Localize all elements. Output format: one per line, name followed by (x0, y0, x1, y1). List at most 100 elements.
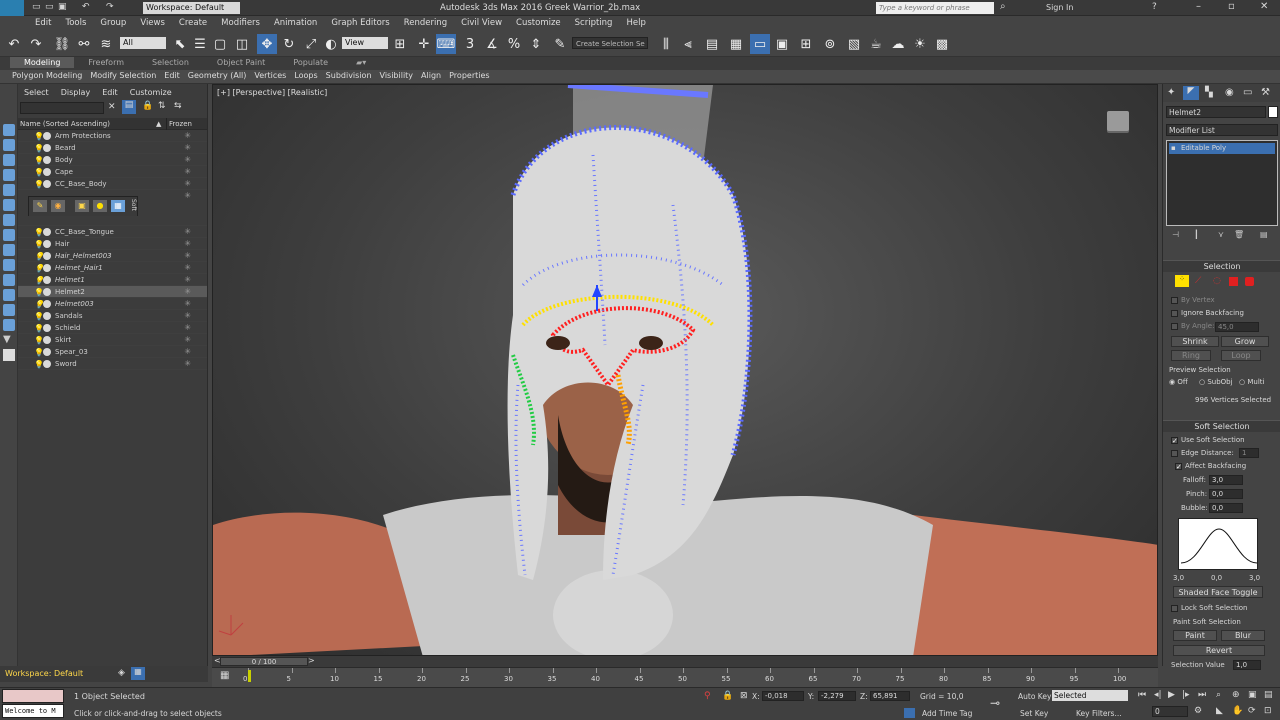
mirror-icon[interactable]: ⫼ (656, 34, 676, 54)
grow-button[interactable]: Grow (1221, 336, 1269, 347)
align-icon[interactable]: ⫷ (678, 34, 698, 54)
curve-editor-icon[interactable]: ▭ (750, 34, 770, 54)
curve-editor-mini-icon[interactable]: ▦ (220, 670, 229, 681)
auto-key-button[interactable]: Auto Key (1018, 692, 1051, 701)
zoom-extents-icon[interactable]: ▣ (1248, 690, 1257, 700)
visibility-icon[interactable] (43, 300, 51, 308)
utilities-tab-icon[interactable]: ⚒ (1261, 87, 1270, 98)
list-item[interactable]: 💡 Helmet1 ✳ (18, 274, 207, 286)
hierarchy-icon[interactable]: ⇆ (174, 101, 182, 111)
zoom-extents-all-icon[interactable]: ▤ (1264, 690, 1273, 700)
by-angle-checkbox[interactable]: By Angle: (1171, 322, 1214, 330)
angle-snap-icon[interactable]: ∡ (482, 34, 502, 54)
create-tab-icon[interactable]: ✦ (1167, 87, 1175, 98)
fov-icon[interactable]: ◣ (1216, 706, 1223, 716)
visibility-icon[interactable] (43, 288, 51, 296)
menu-animation[interactable]: Animation (267, 16, 324, 28)
prev-key-icon[interactable]: ◂| (1154, 690, 1162, 700)
edge-mode-icon[interactable]: ⟋ (1195, 276, 1201, 286)
explorer-sort-icon[interactable]: ▦ (131, 667, 145, 680)
affect-backfacing-checkbox[interactable]: ✓ Affect Backfacing (1175, 462, 1246, 470)
perspective-viewport[interactable]: [+] [Perspective] [Realistic] (212, 84, 1158, 656)
maxscript-listener[interactable] (2, 689, 64, 703)
display-helpers-icon[interactable] (3, 229, 15, 241)
search-icon[interactable]: ⌕ (1000, 1, 1006, 12)
frozen-icon[interactable]: ✳ (184, 178, 191, 190)
soft-settings-icon[interactable]: ▦ (111, 200, 125, 212)
column-name[interactable]: Name (Sorted Ascending) (20, 118, 110, 130)
render-in-cloud-icon[interactable]: ▩ (932, 34, 952, 54)
tab-selection[interactable]: Selection (138, 57, 203, 68)
display-geometry-icon[interactable] (3, 169, 15, 181)
redo-icon[interactable]: ↷ (106, 2, 114, 12)
help-icon[interactable]: ? (1152, 2, 1157, 12)
list-item[interactable]: 💡 Skirt ✳ (18, 334, 207, 346)
paint-button[interactable]: Paint (1173, 630, 1217, 641)
menu-edit[interactable]: Edit (28, 16, 58, 28)
list-item[interactable]: 💡 Hair_Helmet003 ✳ (18, 250, 207, 262)
revert-button[interactable]: Revert (1173, 645, 1265, 656)
track-bar[interactable]: 0 5 10 15 20 25 30 35 40 45 50 55 60 65 70 75 80 85 90 95 10… (212, 667, 1158, 687)
frozen-icon[interactable]: ✳ (184, 274, 191, 286)
modify-tab-icon[interactable]: ◤ (1183, 86, 1199, 100)
menu-rendering[interactable]: Rendering (397, 16, 454, 28)
list-item[interactable]: 💡 CC_Base_Body ✳ (18, 178, 207, 190)
next-frame-icon[interactable]: > (308, 656, 315, 665)
percent-snap-icon[interactable]: % (504, 34, 524, 54)
scale-icon[interactable]: ⤢ (301, 34, 321, 54)
make-unique-icon[interactable]: ⋎ (1218, 230, 1224, 239)
absolute-mode-icon[interactable]: ⊠ (740, 691, 748, 701)
visibility-icon[interactable] (43, 144, 51, 152)
frozen-icon[interactable]: ✳ (184, 298, 191, 310)
frozen-icon[interactable]: ✳ (184, 238, 191, 250)
display-lights-icon[interactable] (3, 199, 15, 211)
display-all-icon[interactable] (3, 139, 15, 151)
render-setup-icon[interactable]: ⊚ (820, 34, 840, 54)
ribbon-properties[interactable]: Properties (445, 70, 493, 81)
visibility-icon[interactable] (43, 348, 51, 356)
visibility-icon[interactable] (43, 156, 51, 164)
lock-soft-checkbox[interactable]: Lock Soft Selection (1171, 604, 1247, 612)
tab-object-paint[interactable]: Object Paint (203, 57, 279, 68)
list-item[interactable]: 💡 Body ✳ (18, 154, 207, 166)
display-tab-icon[interactable]: ▭ (1243, 87, 1252, 98)
set-key-button[interactable]: Set Key (1020, 709, 1048, 718)
polygon-mode-icon[interactable] (1229, 277, 1238, 286)
ribbon-polygon-modeling[interactable]: Polygon Modeling (8, 70, 86, 81)
pin-stack-icon[interactable]: ⊣ (1172, 230, 1179, 239)
visibility-icon[interactable] (43, 324, 51, 332)
list-item[interactable]: 💡 CC_Base_Tongue ✳ (18, 226, 207, 238)
motion-tab-icon[interactable]: ◉ (1225, 87, 1234, 98)
display-frozen-icon[interactable] (3, 319, 15, 331)
visibility-icon[interactable] (43, 252, 51, 260)
paint-revert-icon[interactable]: ▣ (75, 200, 89, 212)
use-soft-selection-checkbox[interactable]: ✓ Use Soft Selection (1171, 436, 1245, 444)
border-mode-icon[interactable]: ◌ (1213, 276, 1221, 286)
rendered-frame-icon[interactable]: ▧ (844, 34, 864, 54)
vertex-mode-icon[interactable]: ⁘ (1175, 275, 1189, 287)
bubble-spinner[interactable]: 0,0 (1209, 503, 1243, 513)
preview-subobj-radio[interactable]: ○ SubObj (1199, 378, 1233, 386)
display-bones-icon[interactable] (3, 289, 15, 301)
frozen-icon[interactable]: ✳ (184, 166, 191, 178)
selection-filter-dropdown[interactable]: All (120, 37, 166, 49)
keyboard-shortcut-icon[interactable]: ⌨ (436, 34, 456, 54)
visibility-icon[interactable] (43, 132, 51, 140)
reference-coord-dropdown[interactable]: View (342, 37, 388, 49)
panel-option-icon[interactable] (3, 349, 15, 361)
frozen-icon[interactable]: ✳ (184, 262, 191, 274)
schematic-view-icon[interactable]: ▣ (772, 34, 792, 54)
ribbon-subdivision[interactable]: Subdivision (322, 70, 376, 81)
edge-distance-spinner[interactable]: 1 (1239, 448, 1259, 458)
frozen-icon[interactable]: ✳ (184, 190, 191, 202)
open-file-icon[interactable]: ▭ (45, 2, 54, 12)
key-filters-button[interactable]: Key Filters... (1076, 709, 1122, 718)
column-frozen[interactable]: Frozen (166, 118, 192, 130)
new-file-icon[interactable]: ▭ (32, 2, 41, 12)
tab-modeling[interactable]: Modeling (10, 57, 75, 68)
show-end-result-icon[interactable]: ┃ (1194, 230, 1199, 239)
shaded-face-toggle-button[interactable]: Shaded Face Toggle (1173, 586, 1263, 598)
z-coord-field[interactable]: 65,891 (870, 691, 910, 701)
stack-item-editable-poly[interactable]: ▪ Editable Poly (1169, 143, 1275, 154)
menu-views[interactable]: Views (133, 16, 172, 28)
